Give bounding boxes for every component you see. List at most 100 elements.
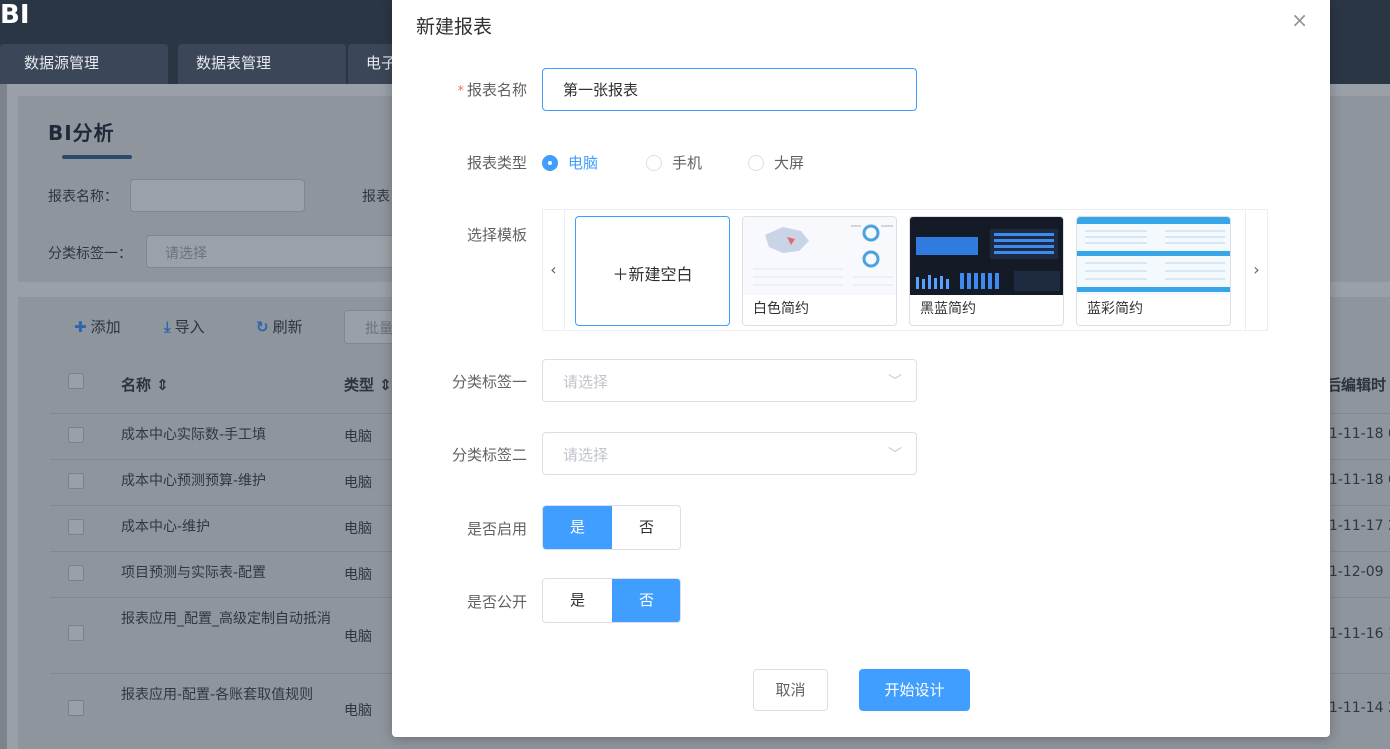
- table-row-time: 21-11-16 1: [1320, 626, 1390, 642]
- template-white-label: 白色简约: [753, 301, 809, 317]
- template-new-blank[interactable]: ＋新建空白: [575, 216, 730, 326]
- public-yes-button[interactable]: 是: [543, 579, 612, 622]
- filter-category-label: 分类标签一：: [48, 246, 132, 262]
- template-black-blue[interactable]: 黑蓝简约: [909, 216, 1064, 326]
- template-carousel: ‹ › ＋新建空白 白色简约 黑蓝简约 蓝彩简约: [542, 209, 1268, 331]
- refresh-button[interactable]: ↻ 刷新: [256, 316, 303, 337]
- tab-datasource-label: 数据源管理: [24, 54, 100, 72]
- radio-dot: [748, 155, 764, 171]
- page-title: BI分析: [48, 121, 115, 145]
- radio-bigscreen-label: 大屏: [774, 154, 805, 172]
- row-checkbox[interactable]: [68, 565, 84, 581]
- chevron-down-icon: ﹀: [888, 447, 902, 463]
- dialog-title: 新建报表: [416, 16, 493, 38]
- tab-datatable-label: 数据表管理: [196, 54, 272, 72]
- table-row-type: 电脑: [344, 521, 372, 537]
- tab-datasource[interactable]: 数据源管理: [0, 44, 168, 84]
- category1-placeholder: 请选择: [563, 373, 609, 391]
- category1-label: 分类标签一: [451, 373, 527, 391]
- radio-dot: [646, 155, 662, 171]
- plus-icon: ✚: [74, 318, 87, 336]
- required-marker: *: [457, 84, 464, 99]
- category2-placeholder: 请选择: [563, 446, 609, 464]
- col-header-type[interactable]: 类型 ⇕: [344, 374, 392, 395]
- refresh-icon: ↻: [256, 318, 269, 336]
- public-toggle: 是 否: [542, 578, 681, 623]
- select-all-checkbox[interactable]: [68, 373, 84, 389]
- template-white-thumbnail: [743, 217, 896, 295]
- col-header-name[interactable]: 名称 ⇕: [121, 374, 169, 395]
- carousel-next-icon[interactable]: ›: [1245, 210, 1267, 330]
- radio-bigscreen[interactable]: 大屏: [748, 152, 804, 173]
- template-blue-color[interactable]: 蓝彩简约: [1076, 216, 1231, 326]
- table-row-name: 报表应用_配置_高级定制自动抵消: [121, 611, 331, 627]
- chevron-down-icon: ﹀: [888, 374, 902, 390]
- row-checkbox[interactable]: [68, 625, 84, 641]
- template-black-blue-thumbnail: [910, 217, 1063, 295]
- enable-yes-button[interactable]: 是: [543, 506, 612, 549]
- radio-mobile-label: 手机: [672, 154, 703, 172]
- table-row-name: 报表应用-配置-各账套取值规则: [121, 687, 314, 703]
- radio-pc[interactable]: 电脑: [542, 152, 598, 173]
- row-checkbox[interactable]: [68, 473, 84, 489]
- close-icon[interactable]: ×: [1291, 10, 1308, 30]
- col-header-last-edit[interactable]: 后编辑时: [1326, 374, 1386, 395]
- enable-no-button[interactable]: 否: [612, 506, 680, 549]
- row-checkbox[interactable]: [68, 700, 84, 716]
- category1-select[interactable]: 请选择 ﹀: [542, 359, 917, 402]
- filter-report-type-label: 报表: [362, 189, 390, 205]
- left-strip: [0, 84, 7, 749]
- add-label: 添加: [90, 318, 121, 336]
- enable-label: 是否启用: [466, 520, 527, 538]
- report-name-label-text: 报表名称: [466, 81, 527, 99]
- template-blue-color-thumbnail: [1077, 217, 1230, 295]
- add-button[interactable]: ✚ 添加: [74, 316, 121, 337]
- table-row-name: 项目预测与实际表-配置: [121, 565, 267, 581]
- template-white[interactable]: 白色简约: [742, 216, 897, 326]
- import-label: 导入: [174, 318, 205, 336]
- filter-report-name-label: 报表名称：: [48, 189, 118, 205]
- report-name-input[interactable]: [542, 68, 917, 111]
- cancel-button[interactable]: 取消: [753, 669, 828, 711]
- report-type-label: 报表类型: [466, 154, 527, 172]
- table-row-type: 电脑: [344, 567, 372, 583]
- refresh-label: 刷新: [272, 318, 303, 336]
- table-row-name: 成本中心实际数-手工填: [121, 427, 267, 443]
- radio-dot: [542, 155, 558, 171]
- table-row-time: 21-11-18 0: [1320, 426, 1390, 442]
- app-logo: BI: [0, 0, 30, 30]
- category2-label: 分类标签二: [451, 446, 527, 464]
- row-checkbox[interactable]: [68, 427, 84, 443]
- title-underline: [62, 155, 132, 159]
- enable-toggle: 是 否: [542, 505, 681, 550]
- table-row-type: 电脑: [344, 703, 372, 719]
- template-label: 选择模板: [466, 226, 527, 244]
- template-blue-color-label: 蓝彩简约: [1087, 301, 1143, 317]
- table-row-type: 电脑: [344, 429, 372, 445]
- filter-category-placeholder: 请选择: [165, 246, 207, 262]
- start-design-button[interactable]: 开始设计: [859, 669, 970, 711]
- filter-report-name-input[interactable]: [130, 179, 305, 212]
- tab-datatable[interactable]: 数据表管理: [178, 44, 346, 84]
- new-report-dialog: 新建报表 × *报表名称 报表类型 电脑 手机 大屏 选择模板 ‹ › ＋新建空…: [392, 0, 1330, 737]
- public-no-button[interactable]: 否: [612, 579, 680, 622]
- table-row-type: 电脑: [344, 475, 372, 491]
- template-new-blank-label: ＋新建空白: [612, 265, 693, 284]
- import-icon: ⤓: [164, 318, 171, 336]
- carousel-prev-icon[interactable]: ‹: [543, 210, 565, 330]
- public-label: 是否公开: [466, 593, 527, 611]
- import-button[interactable]: ⤓ 导入: [164, 316, 205, 337]
- table-row-name: 成本中心-维护: [121, 519, 211, 535]
- report-name-label: * 报表名称: [392, 79, 527, 100]
- template-black-blue-label: 黑蓝简约: [920, 301, 976, 317]
- table-row-time: 21-11-17 2: [1320, 518, 1390, 534]
- table-row-name: 成本中心预测预算-维护: [121, 473, 267, 489]
- table-row-time: 21-11-14 2: [1320, 700, 1390, 716]
- radio-mobile[interactable]: 手机: [646, 152, 702, 173]
- table-row-type: 电脑: [344, 629, 372, 645]
- category2-select[interactable]: 请选择 ﹀: [542, 432, 917, 475]
- row-checkbox[interactable]: [68, 519, 84, 535]
- table-row-time: 21-11-18 0: [1320, 472, 1390, 488]
- radio-pc-label: 电脑: [568, 154, 599, 172]
- filter-category-select[interactable]: 请选择: [146, 235, 396, 268]
